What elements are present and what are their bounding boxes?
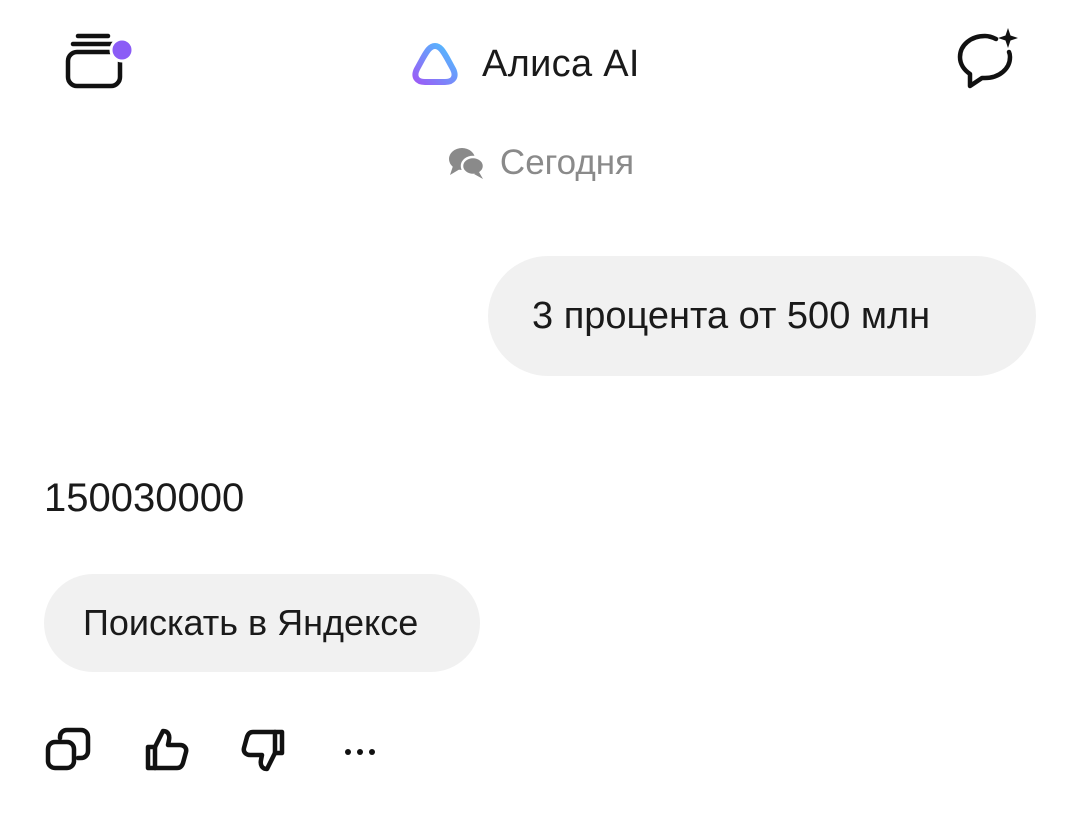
chat-bubbles-icon bbox=[448, 148, 486, 179]
dislike-button[interactable] bbox=[236, 722, 292, 778]
alice-logo-icon bbox=[412, 43, 458, 85]
date-label: Сегодня bbox=[499, 143, 635, 182]
more-button[interactable] bbox=[334, 722, 390, 778]
thumbs-up-icon bbox=[145, 728, 189, 771]
new-chat-button[interactable] bbox=[950, 26, 1026, 98]
notification-dot bbox=[109, 37, 135, 63]
search-yandex-button[interactable]: Поискать в Яндексе bbox=[44, 574, 480, 672]
top-bar: Алиса AI bbox=[0, 0, 1080, 125]
search-yandex-label: Поискать в Яндексе bbox=[83, 602, 419, 643]
message-actions bbox=[40, 722, 432, 778]
chats-stack-icon bbox=[65, 33, 135, 89]
more-icon bbox=[345, 749, 375, 755]
assistant-message-text: 150030000 bbox=[44, 476, 245, 520]
chats-button[interactable] bbox=[58, 28, 142, 98]
copy-button[interactable] bbox=[40, 722, 96, 778]
like-button[interactable] bbox=[138, 722, 194, 778]
title-text: Алиса AI bbox=[482, 42, 640, 85]
new-chat-sparkle-icon bbox=[957, 28, 1018, 89]
thumbs-down-icon bbox=[241, 729, 285, 772]
date-separator: Сегодня bbox=[0, 138, 1080, 188]
app-title: Алиса AI bbox=[410, 36, 640, 92]
user-message-bubble: 3 процента от 500 млн bbox=[488, 256, 1036, 376]
copy-icon bbox=[45, 727, 91, 771]
user-message-text: 3 процента от 500 млн bbox=[532, 294, 931, 337]
